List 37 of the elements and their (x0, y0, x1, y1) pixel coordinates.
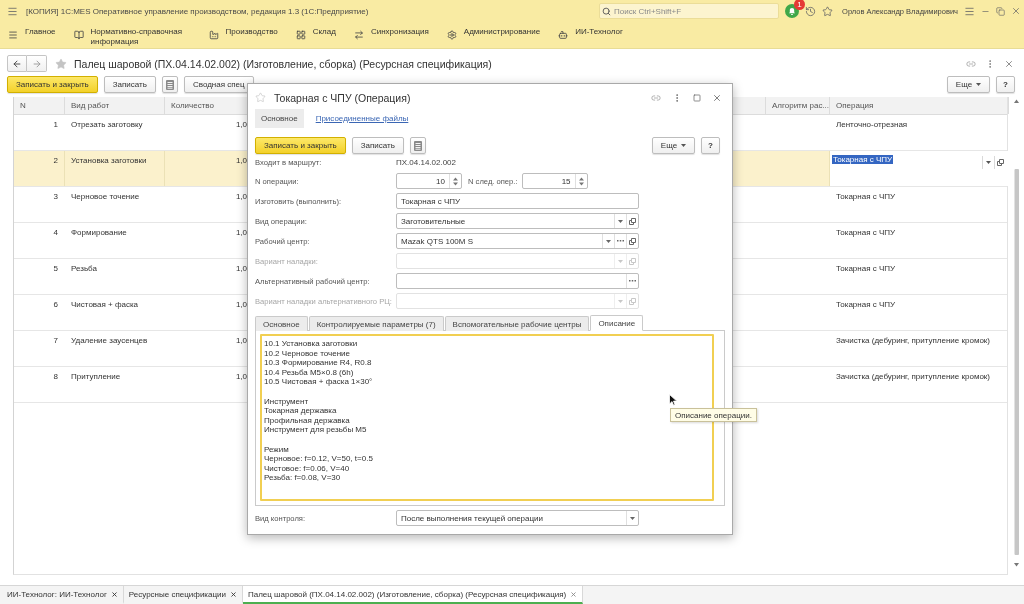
table-cell-text: Токарная с ЧПУ (835, 299, 897, 311)
table-cell-text: Черновое точение (70, 191, 141, 203)
table-cell-text: Удаление заусенцев (70, 335, 149, 347)
row-number: 3 (52, 191, 59, 203)
window-title: [КОПИЯ] 1С:MES Оперативное управление производством, редакция 1.3 (1С:Предприятие) (26, 6, 369, 16)
table-cell-text: Ленточно-отрезная (835, 119, 909, 131)
table-cell-text: Резьба (70, 263, 98, 275)
row-number: 2 (14, 151, 65, 186)
table-cell-text: Токарная с ЧПУ (835, 191, 897, 203)
field-value: ПХ.04.14.02.002 (396, 158, 457, 167)
table-cell-text: Чистовая + фаска (70, 299, 140, 311)
table-cell-text: 1,0 (234, 335, 248, 347)
table-cell-text: Формирование (70, 227, 128, 239)
row-number: 7 (52, 335, 59, 347)
table-cell-text: Зачистка (дебуринг, притупление кромок) (835, 335, 991, 347)
document-title: Палец шаровой (ПХ.04.14.02.002) (Изготовление, сборка) (Ресурсная спецификация) (74, 57, 492, 70)
row-number: 1 (52, 119, 59, 131)
table-cell-text: 1,0 (234, 119, 248, 131)
table-cell-text: 1,0 (234, 227, 248, 239)
table-cell: Установка заготовки (65, 151, 165, 186)
table-cell-text: 1,0 (234, 263, 248, 275)
table-cell-text: 1,0 (234, 155, 248, 167)
row-number: 4 (52, 227, 59, 239)
table-cell-text: Зачистка (дебуринг, притупление кромок) (835, 371, 991, 383)
table-cell-text: 1,0 (234, 371, 248, 383)
row-number: 6 (52, 299, 59, 311)
table-cell-text: Притупление (70, 371, 122, 383)
tooltip: Описание операции. (670, 408, 757, 422)
dialog-title: Токарная с ЧПУ (Операция) (274, 91, 411, 104)
table-cell-text: Токарная с ЧПУ (835, 227, 897, 239)
table-cell-text: 1,0 (234, 299, 248, 311)
notification-badge: 1 (794, 0, 806, 10)
table-cell-text: 1,0 (234, 191, 248, 203)
table-cell-text: Отрезать заготовку (70, 119, 144, 131)
row-number: 8 (52, 371, 59, 383)
row-number: 5 (52, 263, 59, 275)
table-cell-text: Токарная с ЧПУ (835, 263, 897, 275)
